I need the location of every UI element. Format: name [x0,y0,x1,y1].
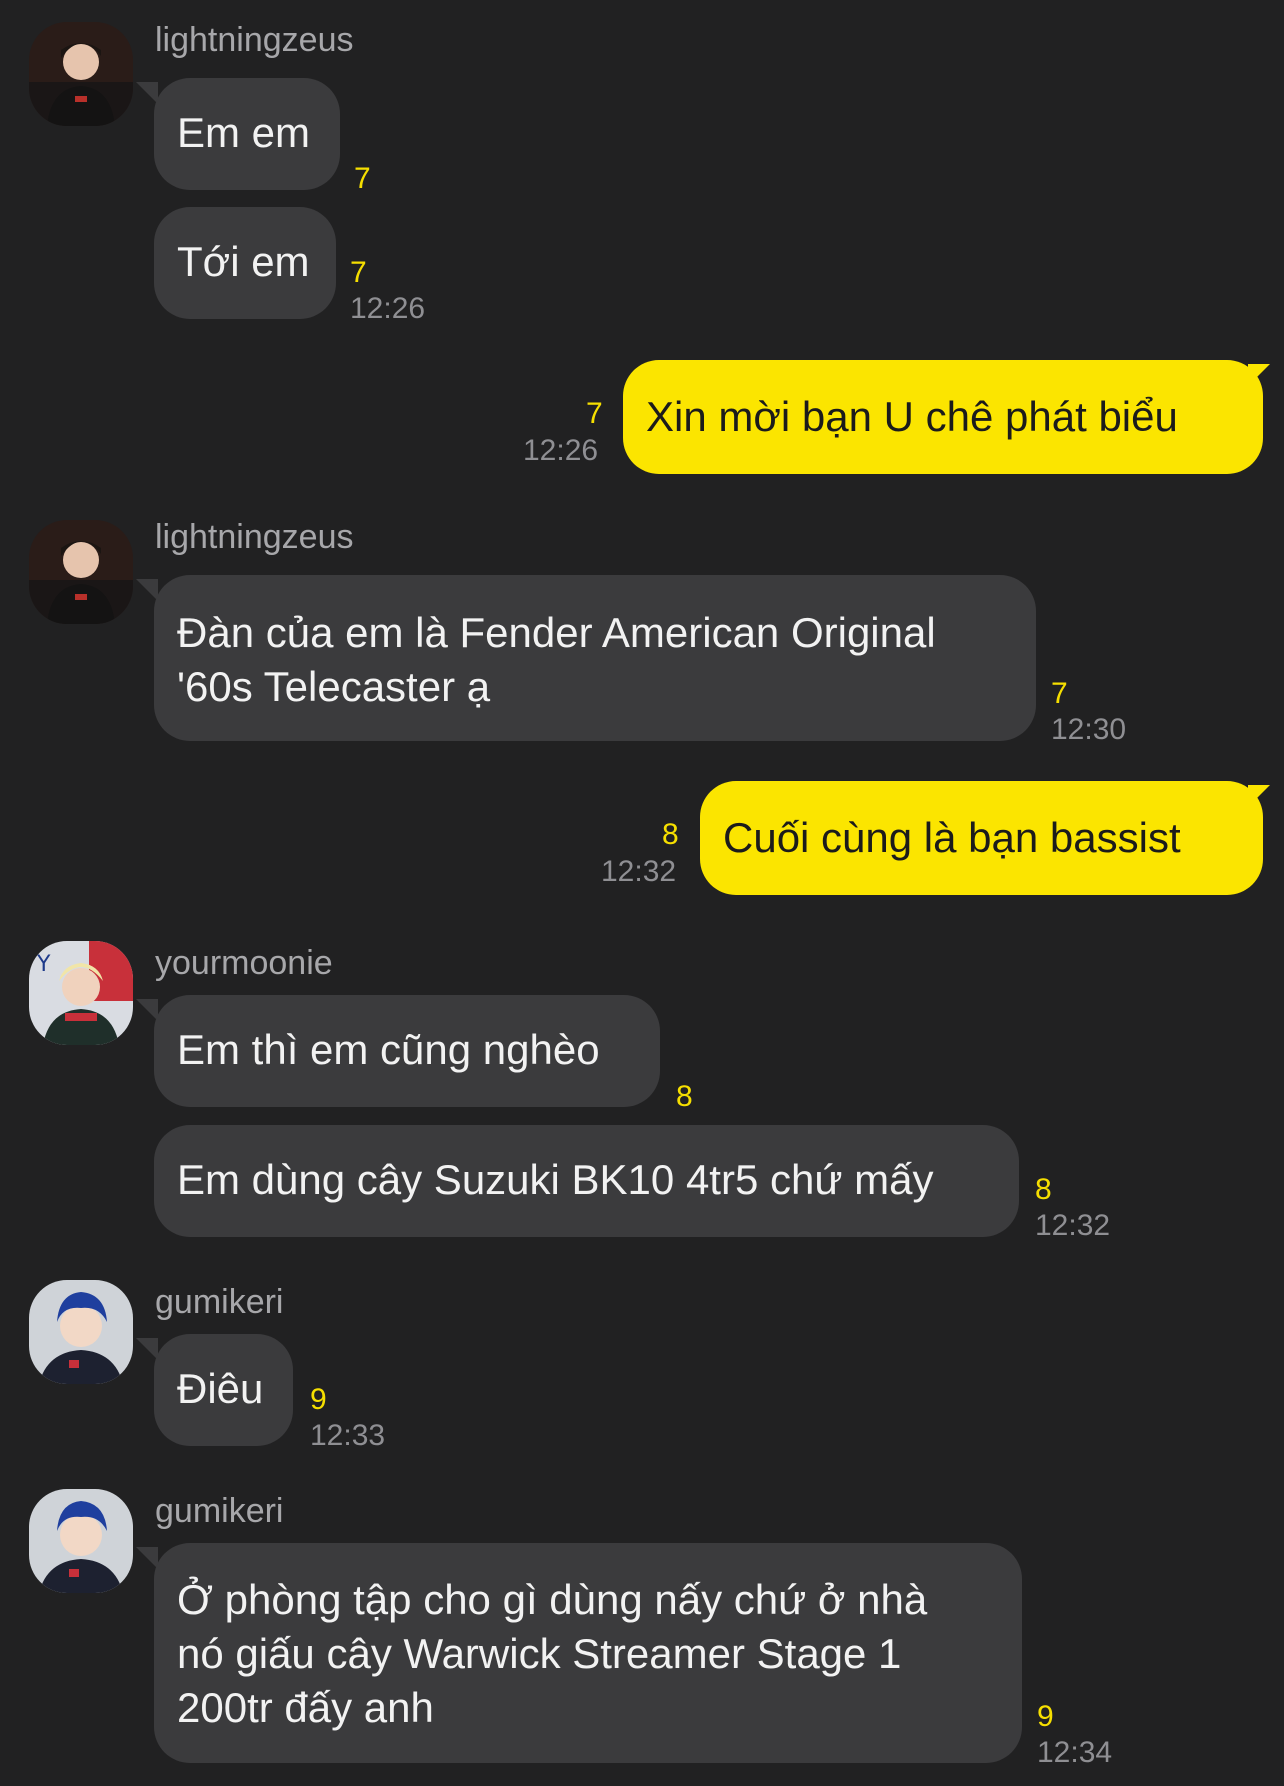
message-bubble[interactable]: Em em [154,78,340,190]
bubble-tail [1248,364,1270,386]
avatar-gumikeri[interactable] [29,1489,133,1593]
unread-count: 9 [310,1383,327,1416]
avatar-image [29,1280,133,1384]
message-text-line: nó giấu cây Warwick Streamer Stage 1 [177,1630,902,1677]
unread-count: 9 [1037,1700,1054,1733]
message-bubble[interactable]: Em dùng cây Suzuki BK10 4tr5 chứ mấy [154,1125,1019,1237]
message-text: Cuối cùng là bạn bassist [723,814,1181,861]
sender-name: gumikeri [155,1492,284,1530]
avatar-gumikeri[interactable] [29,1280,133,1384]
message-bubble[interactable]: Ở phòng tập cho gì dùng nấy chứ ở nhà nó… [154,1543,1022,1763]
unread-count: 7 [354,162,371,195]
message-bubble[interactable]: Tới em [154,207,336,319]
timestamp: 12:32 [601,855,677,888]
avatar-yourmoonie[interactable]: Y [29,941,133,1045]
avatar-lightningzeus[interactable] [29,22,133,126]
sender-name: lightningzeus [155,21,354,59]
unread-count: 8 [662,818,679,851]
timestamp: 12:33 [310,1419,386,1452]
message-text-line: '60s Telecaster ạ [177,663,491,710]
message-text: Điêu [177,1365,264,1412]
bubble-tail [136,579,158,601]
bubble-tail [1248,785,1270,807]
unread-count: 7 [1051,677,1068,710]
timestamp: 12:30 [1051,713,1127,746]
sender-name: lightningzeus [155,518,354,556]
avatar-image [29,1489,133,1593]
message-bubble[interactable]: Đàn của em là Fender American Original '… [154,575,1036,741]
unread-count: 7 [586,397,603,430]
message-bubble-outgoing[interactable]: Xin mời bạn U chê phát biểu [623,360,1263,474]
avatar-lightningzeus[interactable] [29,520,133,624]
message-bubble[interactable]: Em thì em cũng nghèo [154,995,660,1107]
timestamp: 12:26 [350,292,426,325]
bubble-tail [136,1547,158,1569]
unread-count: 8 [676,1080,693,1113]
timestamp: 12:34 [1037,1736,1113,1769]
message-bubble-outgoing[interactable]: Cuối cùng là bạn bassist [700,781,1263,895]
unread-count: 7 [350,256,367,289]
timestamp: 12:32 [1035,1209,1111,1242]
message-text: Em em [177,109,311,156]
unread-count: 8 [1035,1173,1052,1206]
svg-text:Y: Y [36,952,51,977]
avatar-image [29,22,133,126]
bubble-tail [136,1338,158,1360]
message-text-line: Ở phòng tập cho gì dùng nấy chứ ở nhà [177,1576,928,1623]
message-text-line: 200tr đấy anh [177,1684,434,1731]
sender-name: yourmoonie [155,944,333,982]
avatar-image [29,520,133,624]
bubble-tail [136,82,158,104]
message-text: Tới em [177,238,310,285]
sender-name: gumikeri [155,1283,284,1321]
bubble-tail [136,999,158,1021]
avatar-image: Y [29,941,133,1045]
message-text: Em dùng cây Suzuki BK10 4tr5 chứ mấy [177,1156,934,1203]
message-bubble[interactable]: Điêu [154,1334,293,1446]
message-text: Em thì em cũng nghèo [177,1026,600,1073]
message-text-line: Đàn của em là Fender American Original [177,609,936,656]
timestamp: 12:26 [523,434,599,467]
message-text: Xin mời bạn U chê phát biểu [646,393,1178,440]
